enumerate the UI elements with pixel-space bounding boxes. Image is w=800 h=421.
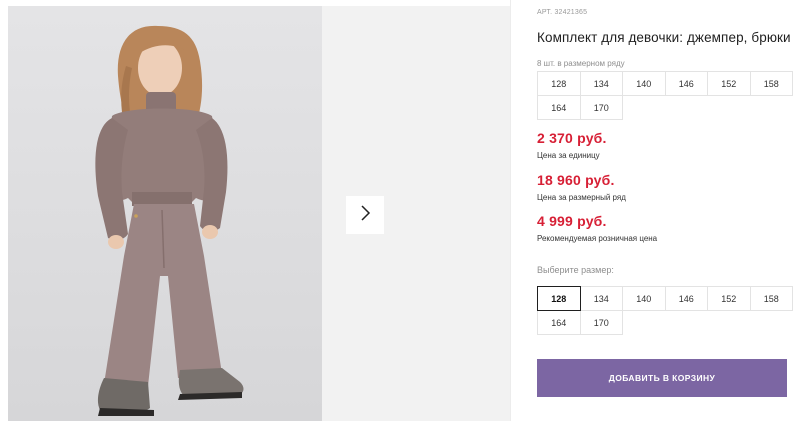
size-option-134[interactable]: 134 — [579, 286, 623, 311]
size-option-158[interactable]: 158 — [749, 286, 793, 311]
product-photo[interactable] — [8, 6, 322, 421]
size-picker-label: Выберите размер: — [537, 265, 614, 275]
add-to-cart-button[interactable]: ДОБАВИТЬ В КОРЗИНУ — [537, 359, 787, 397]
size-picker: 128 134 140 146 152 158 164 170 — [537, 286, 793, 335]
size-option-128[interactable]: 128 — [537, 286, 581, 311]
size-option-152[interactable]: 152 — [707, 286, 751, 311]
row-price: 18 960 руб. — [537, 172, 615, 188]
chevron-right-icon — [359, 204, 371, 226]
size-row-cell: 134 — [579, 71, 623, 96]
size-row-cell: 170 — [579, 95, 623, 120]
size-row-cell: 164 — [537, 95, 581, 120]
size-row-cell: 146 — [664, 71, 708, 96]
size-row-note: 8 шт. в размерном ряду — [537, 59, 625, 68]
article-number: АРТ. 32421365 — [537, 9, 588, 16]
gallery-next-button[interactable] — [346, 196, 384, 234]
row-price-caption: Цена за размерный ряд — [537, 193, 626, 202]
product-gallery — [0, 0, 510, 421]
size-option-140[interactable]: 140 — [622, 286, 666, 311]
size-row-cell: 140 — [622, 71, 666, 96]
product-title: Комплект для девочки: джемпер, брюки — [537, 30, 791, 45]
model-illustration — [95, 25, 244, 416]
product-page: АРТ. 32421365 Комплект для девочки: джем… — [0, 0, 800, 421]
unit-price-caption: Цена за единицу — [537, 151, 600, 160]
retail-price-caption: Рекомендуемая розничная цена — [537, 234, 658, 243]
size-row-grid: 128 134 140 146 152 158 164 170 — [537, 71, 793, 120]
size-row-cell: 128 — [537, 71, 581, 96]
size-row-cell: 158 — [749, 71, 793, 96]
size-option-170[interactable]: 170 — [579, 310, 623, 335]
panel-divider — [510, 0, 511, 421]
size-option-146[interactable]: 146 — [664, 286, 708, 311]
size-option-164[interactable]: 164 — [537, 310, 581, 335]
retail-price: 4 999 руб. — [537, 213, 607, 229]
unit-price: 2 370 руб. — [537, 130, 607, 146]
size-row-cell: 152 — [707, 71, 751, 96]
